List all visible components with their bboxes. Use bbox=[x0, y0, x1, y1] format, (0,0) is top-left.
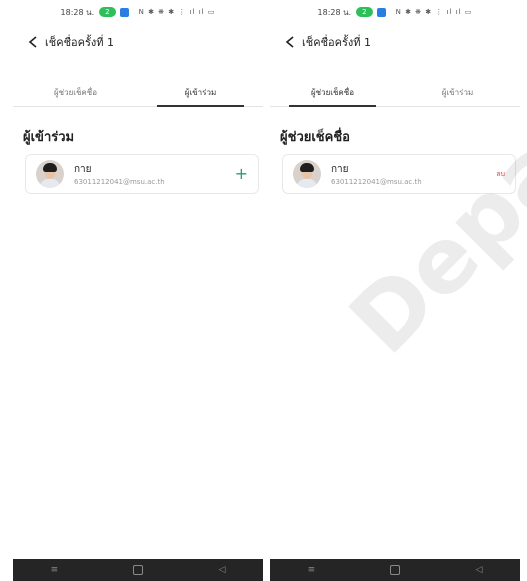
home-nav-button[interactable] bbox=[390, 565, 401, 575]
back-nav-button[interactable]: ◁ bbox=[218, 565, 225, 575]
status-bar: 18:28 น. 2 N ✱ ❋ ✱ ⋮ ıl ıl ▭ bbox=[13, 0, 263, 24]
status-icons: N ✱ ❋ ✱ ⋮ ıl ıl ▭ bbox=[395, 8, 473, 16]
section-title: ผู้เข้าร่วม bbox=[23, 130, 75, 145]
tab-assistant[interactable]: ผู้ช่วยเช็คชื่อ bbox=[13, 78, 138, 106]
tab-participant[interactable]: ผู้เข้าร่วม bbox=[138, 78, 263, 107]
person-name: กาย bbox=[331, 164, 349, 175]
back-nav-button[interactable]: ◁ bbox=[475, 565, 482, 575]
remove-assistant-button[interactable]: ลบ bbox=[496, 169, 505, 180]
avatar bbox=[36, 160, 64, 188]
tab-assistant[interactable]: ผู้ช่วยเช็คชื่อ bbox=[270, 78, 395, 107]
tab-participant[interactable]: ผู้เข้าร่วม bbox=[395, 78, 520, 106]
status-time: 18:28 น. bbox=[60, 7, 95, 17]
tab-bar: ผู้ช่วยเช็คชื่อ ผู้เข้าร่วม bbox=[13, 78, 263, 107]
person-email: 63011212041@msu.ac.th bbox=[331, 178, 422, 186]
call-indicator: 2 bbox=[356, 7, 373, 17]
call-indicator: 2 bbox=[99, 7, 116, 17]
menu-nav-button[interactable]: ≡ bbox=[308, 565, 316, 575]
home-nav-button[interactable] bbox=[133, 565, 144, 575]
back-button[interactable] bbox=[280, 32, 300, 52]
tab-bar: ผู้ช่วยเช็คชื่อ ผู้เข้าร่วม bbox=[270, 78, 520, 107]
menu-nav-button[interactable]: ≡ bbox=[51, 565, 59, 575]
status-icons: N ✱ ❋ ✱ ⋮ ıl ıl ▭ bbox=[138, 8, 216, 16]
person-email: 63011212041@msu.ac.th bbox=[74, 178, 165, 186]
chevron-left-icon bbox=[285, 36, 294, 48]
header: เช็คชื่อครั้งที่ 1 bbox=[270, 28, 520, 56]
right-screen: 18:28 น. 2 N ✱ ❋ ✱ ⋮ ıl ıl ▭ เช็คชื่อครั… bbox=[270, 0, 520, 581]
app-notification-icon bbox=[376, 7, 386, 17]
participant-card: กาย 63011212041@msu.ac.th + bbox=[25, 154, 259, 194]
add-assistant-button[interactable]: + bbox=[235, 166, 248, 182]
system-nav-bar: ≡ ◁ bbox=[13, 559, 263, 581]
system-nav-bar: ≡ ◁ bbox=[270, 559, 520, 581]
page-title: เช็คชื่อครั้งที่ 1 bbox=[302, 36, 372, 49]
header: เช็คชื่อครั้งที่ 1 bbox=[13, 28, 263, 56]
back-button[interactable] bbox=[23, 32, 43, 52]
avatar bbox=[293, 160, 321, 188]
app-notification-icon bbox=[119, 7, 129, 17]
assistant-card: กาย 63011212041@msu.ac.th ลบ bbox=[282, 154, 516, 194]
chevron-left-icon bbox=[28, 36, 37, 48]
status-bar: 18:28 น. 2 N ✱ ❋ ✱ ⋮ ıl ıl ▭ bbox=[270, 0, 520, 24]
section-title: ผู้ช่วยเช็คชื่อ bbox=[280, 130, 350, 145]
left-screen: 18:28 น. 2 N ✱ ❋ ✱ ⋮ ıl ıl ▭ เช็คชื่อครั… bbox=[13, 0, 263, 581]
status-time: 18:28 น. bbox=[317, 7, 352, 17]
person-name: กาย bbox=[74, 164, 92, 175]
page-title: เช็คชื่อครั้งที่ 1 bbox=[45, 36, 115, 49]
